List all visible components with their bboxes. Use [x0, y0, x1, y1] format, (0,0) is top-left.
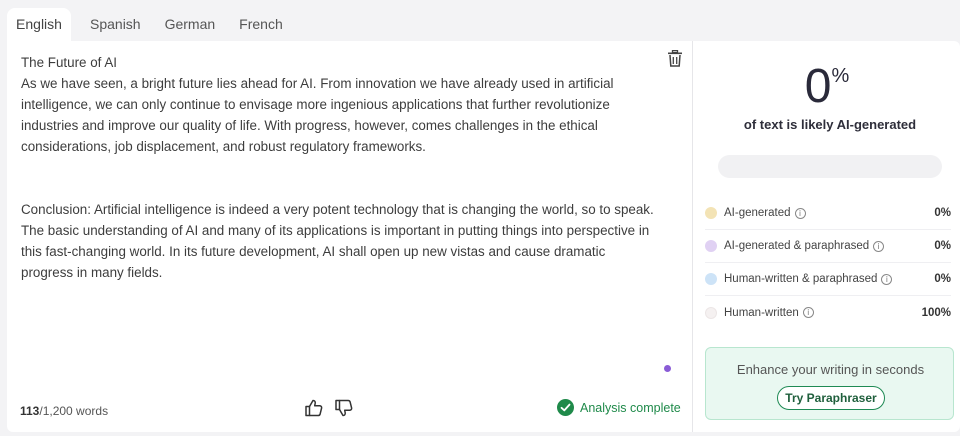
thumbs-down-icon[interactable] — [334, 398, 354, 418]
text-editor[interactable]: The Future of AI As we have seen, a brig… — [7, 41, 693, 432]
tab-spanish[interactable]: Spanish — [78, 8, 153, 41]
legend-label: AI-generated — [724, 207, 791, 219]
legend-row-ai-generated: AI-generated i 0% — [705, 197, 951, 230]
legend-row-human-paraphrased: Human-written & paraphrased i 0% — [705, 263, 951, 296]
paraphraser-promo: Enhance your writing in seconds Try Para… — [705, 347, 954, 420]
legend-dot — [705, 306, 717, 319]
try-paraphraser-button[interactable]: Try Paraphraser — [777, 386, 885, 410]
legend-label: Human-written & paraphrased — [724, 273, 878, 285]
word-limit: /1,200 words — [39, 404, 109, 418]
legend-value: 100% — [921, 306, 951, 319]
ai-percentage: 0% — [694, 59, 960, 114]
result-panel: 0% of text is likely AI-generated AI-gen… — [694, 41, 960, 432]
tab-german[interactable]: German — [153, 8, 228, 41]
editor-footer: 113/1,200 words Analysis complete — [7, 396, 693, 426]
legend-label: AI-generated & paraphrased — [724, 240, 870, 252]
analysis-status: Analysis complete — [557, 399, 681, 416]
text-paragraph-2: Conclusion: Artificial intelligence is i… — [21, 202, 654, 280]
trash-icon[interactable] — [667, 49, 683, 67]
legend-dot — [705, 273, 717, 285]
word-count: 113/1,200 words — [20, 404, 108, 418]
legend-dot — [705, 240, 717, 252]
legend-dot — [705, 207, 717, 219]
editor-text[interactable]: The Future of AI As we have seen, a brig… — [21, 52, 661, 283]
analysis-status-text: Analysis complete — [580, 400, 681, 415]
language-tabs: English Spanish German French — [0, 0, 960, 41]
promo-title: Enhance your writing in seconds — [736, 362, 925, 377]
result-bar — [718, 155, 942, 178]
tab-french[interactable]: French — [227, 8, 295, 41]
ai-percentage-symbol: % — [831, 65, 850, 87]
legend-row-ai-paraphrased: AI-generated & paraphrased i 0% — [705, 230, 951, 263]
ai-percentage-value: 0 — [804, 60, 832, 113]
word-count-value: 113 — [20, 404, 40, 418]
ai-percentage-caption: of text is likely AI-generated — [743, 117, 917, 132]
text-title: The Future of AI — [21, 55, 118, 70]
legend-row-human-written: Human-written i 100% — [705, 296, 951, 329]
tab-english[interactable]: English — [7, 8, 71, 41]
legend-label: Human-written — [724, 306, 799, 319]
info-icon[interactable]: i — [881, 273, 893, 285]
info-icon[interactable]: i — [802, 307, 814, 318]
status-dot — [664, 365, 671, 372]
legend-value: 0% — [934, 207, 951, 219]
legend-value: 0% — [934, 240, 951, 252]
thumbs-up-icon[interactable] — [304, 398, 324, 418]
info-icon[interactable]: i — [794, 207, 806, 219]
text-paragraph-1: As we have seen, a bright future lies ah… — [21, 76, 614, 154]
check-circle-icon — [557, 399, 574, 416]
result-legend: AI-generated i 0% AI-generated & paraphr… — [705, 197, 951, 329]
legend-value: 0% — [934, 273, 951, 285]
info-icon[interactable]: i — [873, 240, 885, 252]
main-panel: The Future of AI As we have seen, a brig… — [7, 41, 960, 432]
